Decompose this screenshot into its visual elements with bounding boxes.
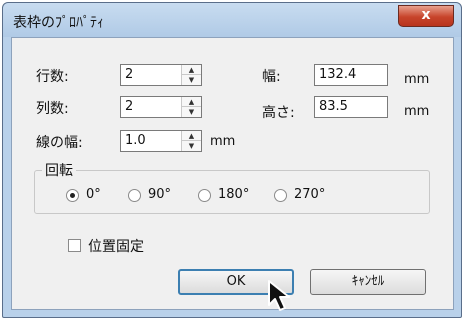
spin-down-icon[interactable]: ▼ xyxy=(182,75,201,85)
linewidth-label: 線の幅: xyxy=(36,135,83,151)
height-field[interactable]: 83.5 xyxy=(314,96,388,118)
radio-rotation-180[interactable] xyxy=(198,189,211,202)
title-bar[interactable]: 表枠のﾌﾟﾛﾊﾟﾃｨ x xyxy=(3,3,461,37)
position-lock-label[interactable]: 位置固定 xyxy=(88,236,144,256)
radio-rotation-270-label[interactable]: 270° xyxy=(294,187,325,202)
width-label: 幅: xyxy=(262,69,281,85)
spin-up-icon[interactable]: ▲ xyxy=(182,131,201,141)
rows-value: 2 xyxy=(125,67,134,82)
spin-up-icon[interactable]: ▲ xyxy=(182,65,201,75)
rotation-group-label: 回転 xyxy=(42,160,76,180)
close-button[interactable]: x xyxy=(398,5,454,27)
width-value: 132.4 xyxy=(319,67,357,82)
rows-label: 行数: xyxy=(36,69,69,85)
cancel-button[interactable]: ｷｬﾝｾﾙ xyxy=(310,269,426,295)
rows-stepper[interactable]: 2 ▲ ▼ xyxy=(120,64,202,86)
rows-spin-arrows[interactable]: ▲ ▼ xyxy=(181,65,201,85)
close-icon: x xyxy=(421,7,431,23)
linewidth-unit: mm xyxy=(210,134,236,149)
cols-spin-arrows[interactable]: ▲ ▼ xyxy=(181,97,201,117)
radio-rotation-90[interactable] xyxy=(128,189,141,202)
width-field[interactable]: 132.4 xyxy=(314,64,388,86)
dialog-body: 行数: 2 ▲ ▼ 列数: 2 ▲ ▼ 線の幅: 1.0 ▲ ▼ mm 幅: 1… xyxy=(11,37,454,310)
height-value: 83.5 xyxy=(319,99,348,114)
width-unit: mm xyxy=(404,72,430,87)
cols-stepper[interactable]: 2 ▲ ▼ xyxy=(120,96,202,118)
cols-label: 列数: xyxy=(36,101,69,117)
position-lock-checkbox[interactable] xyxy=(68,239,81,252)
dialog-window: 表枠のﾌﾟﾛﾊﾟﾃｨ x 行数: 2 ▲ ▼ 列数: 2 ▲ ▼ 線の幅: 1.… xyxy=(2,2,462,318)
height-unit: mm xyxy=(404,104,430,119)
spin-down-icon[interactable]: ▼ xyxy=(182,141,201,151)
linewidth-value: 1.0 xyxy=(125,133,146,148)
linewidth-stepper[interactable]: 1.0 ▲ ▼ xyxy=(120,130,202,152)
height-label: 高さ: xyxy=(262,105,295,121)
radio-rotation-0-label[interactable]: 0° xyxy=(86,187,101,202)
mouse-pointer-icon xyxy=(268,280,290,311)
radio-rotation-180-label[interactable]: 180° xyxy=(218,187,249,202)
radio-rotation-0[interactable] xyxy=(66,189,79,202)
spin-up-icon[interactable]: ▲ xyxy=(182,97,201,107)
linewidth-spin-arrows[interactable]: ▲ ▼ xyxy=(181,131,201,151)
window-title: 表枠のﾌﾟﾛﾊﾟﾃｨ xyxy=(13,15,104,31)
radio-rotation-90-label[interactable]: 90° xyxy=(148,187,171,202)
spin-down-icon[interactable]: ▼ xyxy=(182,107,201,117)
radio-rotation-270[interactable] xyxy=(274,189,287,202)
cols-value: 2 xyxy=(125,99,134,114)
